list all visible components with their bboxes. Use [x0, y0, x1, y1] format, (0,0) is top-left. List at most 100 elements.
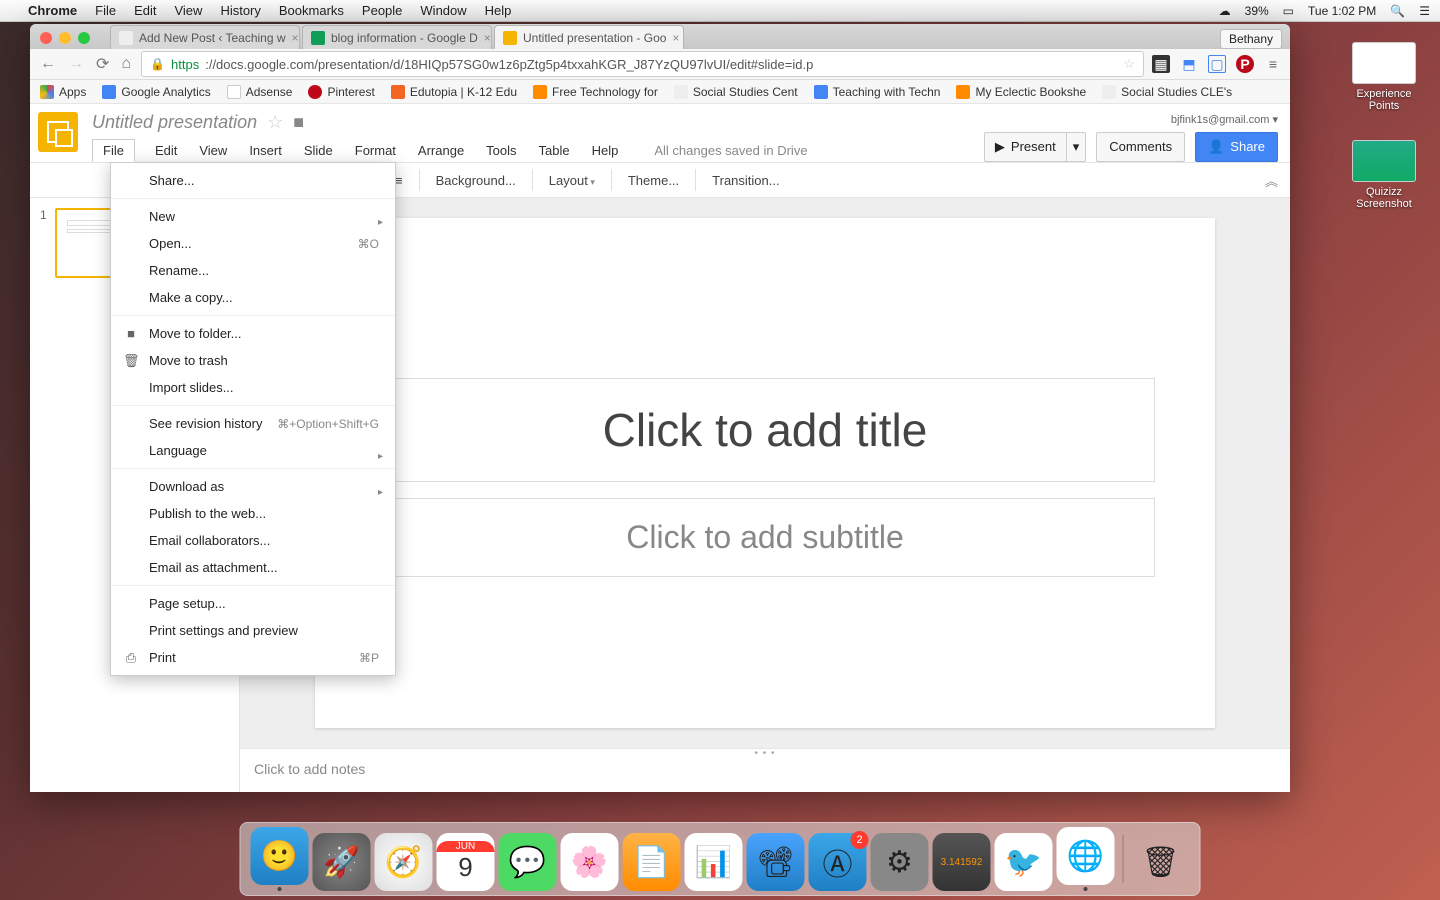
mac-menu-file[interactable]: File — [95, 3, 116, 18]
menu-item-language[interactable]: Language — [111, 437, 395, 464]
close-window-icon[interactable] — [40, 32, 52, 44]
browser-tab-active[interactable]: Untitled presentation - Goo × — [494, 25, 684, 49]
dock-calculator[interactable]: 3.141592 — [933, 833, 991, 891]
slides-logo-icon[interactable] — [38, 112, 78, 152]
extension-icon[interactable]: ⬒ — [1180, 55, 1198, 73]
menu-item-share[interactable]: Share... — [111, 167, 395, 194]
menu-item-open[interactable]: Open...⌘O — [111, 230, 395, 257]
menu-format[interactable]: Format — [353, 140, 398, 161]
background-button[interactable]: Background... — [426, 168, 526, 193]
notes-resize-handle-icon[interactable]: • • • — [754, 748, 775, 759]
forward-button-icon[interactable]: → — [66, 55, 86, 73]
dock-chrome[interactable]: 🌐 — [1057, 827, 1115, 891]
menu-item-page-setup[interactable]: Page setup... — [111, 590, 395, 617]
bookmark-item[interactable]: Teaching with Techn — [814, 85, 941, 99]
menu-item-make-copy[interactable]: Make a copy... — [111, 284, 395, 311]
menu-table[interactable]: Table — [537, 140, 572, 161]
present-button[interactable]: ▶Present — [984, 132, 1067, 162]
menu-item-revision-history[interactable]: See revision history⌘+Option+Shift+G — [111, 410, 395, 437]
minimize-window-icon[interactable] — [59, 32, 71, 44]
desktop-file-quizizz-screenshot[interactable]: Quizizz Screenshot — [1344, 140, 1424, 210]
menu-item-print-settings[interactable]: Print settings and preview — [111, 617, 395, 644]
share-button[interactable]: 👤Share — [1195, 132, 1278, 162]
collapse-toolbar-icon[interactable]: ︽ — [1265, 171, 1278, 190]
menu-item-print[interactable]: ⎙Print⌘P — [111, 644, 395, 671]
subtitle-placeholder[interactable]: Click to add subtitle — [375, 498, 1155, 577]
bookmark-apps[interactable]: Apps — [40, 85, 86, 99]
pinterest-extension-icon[interactable]: P — [1236, 55, 1254, 73]
menu-tools[interactable]: Tools — [484, 140, 518, 161]
home-button-icon[interactable]: ⌂ — [119, 55, 133, 73]
bookmark-item[interactable]: Free Technology for — [533, 85, 658, 99]
star-icon[interactable]: ☆ — [267, 112, 283, 133]
menu-arrange[interactable]: Arrange — [416, 140, 466, 161]
mac-menu-window[interactable]: Window — [420, 3, 466, 18]
spotlight-icon[interactable]: 🔍 — [1390, 4, 1405, 18]
title-placeholder[interactable]: Click to add title — [375, 378, 1155, 482]
cloud-sync-icon[interactable]: ☁ — [1219, 4, 1231, 18]
menu-item-rename[interactable]: Rename... — [111, 257, 395, 284]
menu-item-download-as[interactable]: Download as — [111, 473, 395, 500]
layout-button[interactable]: Layout — [539, 168, 605, 193]
browser-tab[interactable]: Add New Post ‹ Teaching w × — [110, 25, 300, 49]
slide-canvas[interactable]: Click to add title Click to add subtitle — [315, 218, 1215, 728]
chrome-profile-button[interactable]: Bethany — [1220, 29, 1282, 49]
menu-item-email-collaborators[interactable]: Email collaborators... — [111, 527, 395, 554]
dock-system-preferences[interactable]: ⚙ — [871, 833, 929, 891]
chrome-menu-icon[interactable]: ≡ — [1264, 55, 1282, 73]
menu-edit[interactable]: Edit — [153, 140, 179, 161]
menu-file[interactable]: File — [92, 139, 135, 162]
dock-trash[interactable]: 🗑 — [1132, 833, 1190, 891]
bookmark-item[interactable]: Social Studies Cent — [674, 85, 798, 99]
menu-item-new[interactable]: New — [111, 203, 395, 230]
maximize-window-icon[interactable] — [78, 32, 90, 44]
dock-finder[interactable]: 🙂 — [251, 827, 309, 891]
dock-launchpad[interactable]: 🚀 — [313, 833, 371, 891]
bookmark-item[interactable]: Google Analytics — [102, 85, 210, 99]
document-title[interactable]: Untitled presentation — [92, 112, 257, 133]
reload-button-icon[interactable]: ⟳ — [94, 54, 111, 74]
back-button-icon[interactable]: ← — [38, 55, 58, 73]
bookmark-item[interactable]: Adsense — [227, 85, 293, 99]
mac-menu-bookmarks[interactable]: Bookmarks — [279, 3, 344, 18]
menu-help[interactable]: Help — [590, 140, 621, 161]
close-tab-icon[interactable]: × — [672, 31, 679, 45]
mac-menu-edit[interactable]: Edit — [134, 3, 156, 18]
mac-menu-people[interactable]: People — [362, 3, 402, 18]
mac-menu-help[interactable]: Help — [485, 3, 512, 18]
menu-view[interactable]: View — [197, 140, 229, 161]
bookmark-item[interactable]: Social Studies CLE's — [1102, 85, 1232, 99]
menu-insert[interactable]: Insert — [247, 140, 284, 161]
dock-pages[interactable]: 📄 — [623, 833, 681, 891]
notification-center-icon[interactable]: ☰ — [1419, 4, 1430, 18]
menu-slide[interactable]: Slide — [302, 140, 335, 161]
dock-app-store[interactable]: Ⓐ — [809, 833, 867, 891]
browser-tab[interactable]: blog information - Google D × — [302, 25, 492, 49]
dock-numbers[interactable]: 📊 — [685, 833, 743, 891]
menu-item-import-slides[interactable]: Import slides... — [111, 374, 395, 401]
desktop-file-experience-points[interactable]: Experience Points — [1344, 42, 1424, 112]
dock-calendar[interactable]: JUN9 — [437, 833, 495, 891]
mac-menu-view[interactable]: View — [174, 3, 202, 18]
dock-messages[interactable]: 💬 — [499, 833, 557, 891]
theme-button[interactable]: Theme... — [618, 168, 689, 193]
menu-item-email-attachment[interactable]: Email as attachment... — [111, 554, 395, 581]
bookmark-star-icon[interactable]: ☆ — [1123, 56, 1135, 72]
move-to-folder-icon[interactable]: ■ — [293, 112, 304, 133]
dock-photos[interactable]: 🌸 — [561, 833, 619, 891]
mac-menu-history[interactable]: History — [220, 3, 260, 18]
extension-icon[interactable]: ▦ — [1152, 55, 1170, 73]
address-bar[interactable]: 🔒 https://docs.google.com/presentation/d… — [141, 51, 1144, 77]
menu-item-move-to-trash[interactable]: 🗑Move to trash — [111, 347, 395, 374]
active-app-name[interactable]: Chrome — [28, 3, 77, 18]
extension-icon[interactable]: ▢ — [1208, 55, 1226, 73]
close-tab-icon[interactable]: × — [292, 31, 299, 45]
bookmark-item[interactable]: Edutopia | K-12 Edu — [391, 85, 517, 99]
present-dropdown-button[interactable]: ▾ — [1067, 132, 1087, 162]
dock-keynote[interactable]: 📽 — [747, 833, 805, 891]
menu-item-publish-web[interactable]: Publish to the web... — [111, 500, 395, 527]
bookmark-item[interactable]: My Eclectic Bookshe — [956, 85, 1086, 99]
bookmark-item[interactable]: Pinterest — [308, 85, 374, 99]
dock-safari[interactable]: 🧭 — [375, 833, 433, 891]
menu-item-move-to-folder[interactable]: ■Move to folder... — [111, 320, 395, 347]
